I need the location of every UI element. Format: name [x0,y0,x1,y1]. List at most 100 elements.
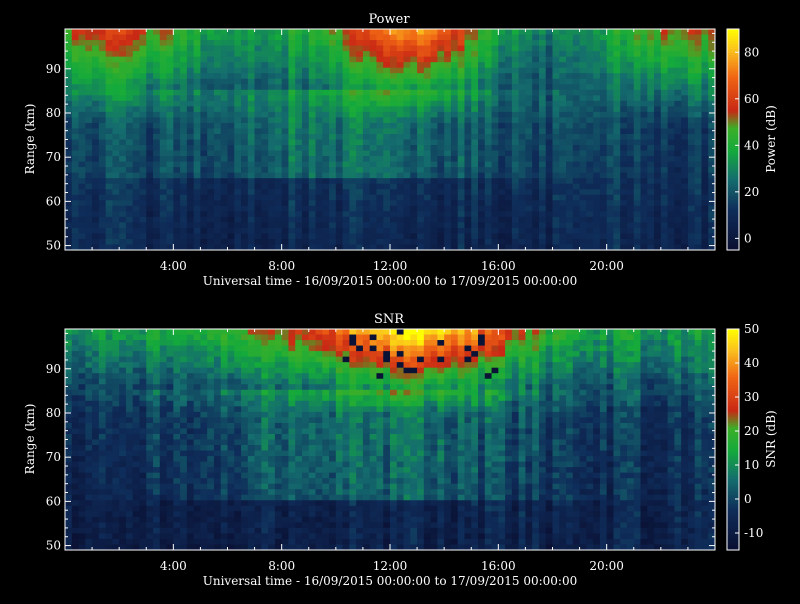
heatmap-cell [248,217,255,223]
heatmap-cell [404,35,411,41]
heatmap-cell [539,40,546,46]
heatmap-cell [356,195,363,201]
heatmap-cell [255,112,262,118]
heatmap-cell [248,46,255,52]
heatmap-cell [228,195,235,201]
heatmap-cell [444,128,451,134]
heatmap-cell [701,156,708,162]
heatmap-cell [200,162,207,168]
heatmap-cell [573,167,580,173]
heatmap-cell [173,62,180,68]
heatmap-cell [92,522,99,528]
heatmap-cell [228,35,235,41]
heatmap-cell [654,228,661,234]
heatmap-cell [485,217,492,223]
heatmap-cell [187,351,194,357]
heatmap-cell [288,151,295,157]
heatmap-cell [112,346,119,352]
heatmap-cell [302,140,309,146]
heatmap-cell [126,239,133,245]
heatmap-cell [695,57,702,63]
heatmap-cell [539,233,546,239]
heatmap-cell [641,145,648,151]
heatmap-cell [72,522,79,528]
heatmap-cell [376,128,383,134]
heatmap-cell [539,156,546,162]
heatmap-cell [268,217,275,223]
heatmap-cell [214,346,221,352]
heatmap-cell [586,51,593,57]
heatmap-cell [539,106,546,112]
heatmap-cell [133,239,140,245]
heatmap-cell [525,101,532,107]
heatmap-cell [228,151,235,157]
heatmap-cell [255,40,262,46]
heatmap-cell [620,217,627,223]
heatmap-cell [214,195,221,201]
heatmap-cell [302,40,309,46]
heatmap-cell [383,140,390,146]
heatmap-cell [431,189,438,195]
heatmap-cell [187,445,194,451]
heatmap-cell [546,84,553,90]
heatmap-cell [85,167,92,173]
heatmap-cell [167,123,174,129]
heatmap-cell [275,90,282,96]
heatmap-cell [620,62,627,68]
heatmap-cell [126,68,133,74]
heatmap-cell [92,84,99,90]
heatmap-cell [404,68,411,74]
heatmap-cell [620,73,627,79]
colorbar-tick-label: 0 [744,231,752,245]
heatmap-cell [424,128,431,134]
heatmap-cell [356,90,363,96]
heatmap-cell [410,112,417,118]
heatmap-cell [519,206,526,212]
heatmap-cell [661,189,668,195]
heatmap-cell [329,79,336,85]
heatmap-cell [146,533,153,539]
heatmap-cell [133,329,140,335]
heatmap-cell [133,417,140,423]
heatmap-cell [221,173,228,179]
heatmap-cell [478,29,485,35]
heatmap-cell [248,206,255,212]
heatmap-cell [248,200,255,206]
heatmap-cell [417,195,424,201]
heatmap-cell [586,211,593,217]
heatmap-cell [431,95,438,101]
heatmap-cell [376,156,383,162]
heatmap-cell [316,117,323,123]
heatmap-cell [173,489,180,495]
heatmap-cell [65,162,72,168]
heatmap-cell [383,128,390,134]
heatmap-cell [478,200,485,206]
heatmap-cell [72,206,79,212]
heatmap-cell [349,90,356,96]
heatmap-cell [92,35,99,41]
heatmap-cell [444,228,451,234]
heatmap-cell [214,140,221,146]
heatmap-cell [106,29,113,35]
heatmap-cell [668,101,675,107]
heatmap-cell [146,528,153,534]
heatmap-cell [404,195,411,201]
heatmap-cell [593,239,600,245]
power-y-axis-label: Range (km) [23,104,37,175]
heatmap-cell [390,106,397,112]
heatmap-cell [146,195,153,201]
heatmap-cell [343,156,350,162]
power-panel: Power 4:008:0012:0016:0020:005060708090 … [23,12,778,288]
heatmap-cell [180,211,187,217]
heatmap-cell [349,112,356,118]
heatmap-cell [146,384,153,390]
heatmap-cell [133,35,140,41]
heatmap-cell [85,506,92,512]
heatmap-cell [261,156,268,162]
heatmap-cell [119,533,126,539]
heatmap-cell [106,522,113,528]
heatmap-cell [532,112,539,118]
heatmap-cell [600,189,607,195]
heatmap-cell [309,51,316,57]
heatmap-cell [85,384,92,390]
